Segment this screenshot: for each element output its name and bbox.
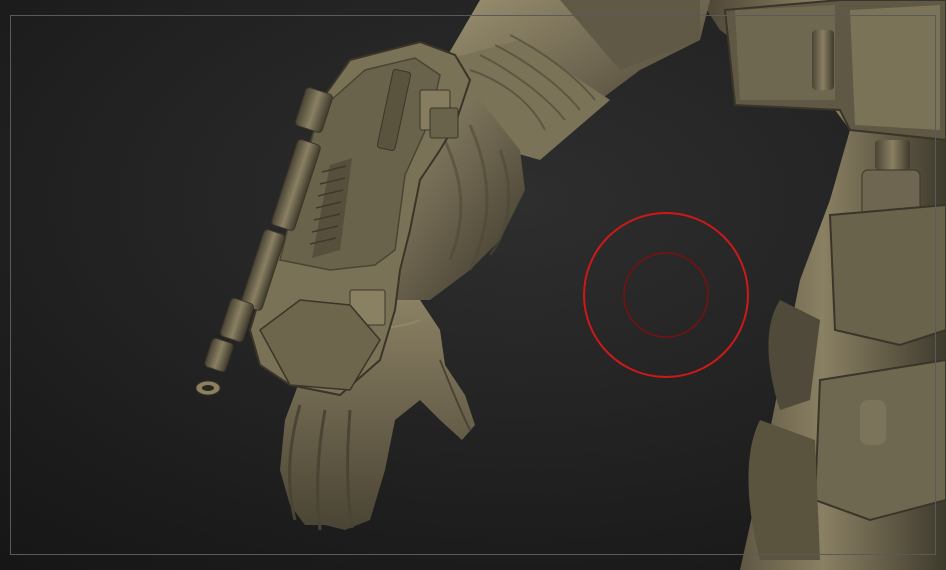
sculpt-model[interactable] <box>0 0 946 570</box>
sculpt-viewport[interactable] <box>0 0 946 570</box>
torso-mesh <box>700 0 946 570</box>
